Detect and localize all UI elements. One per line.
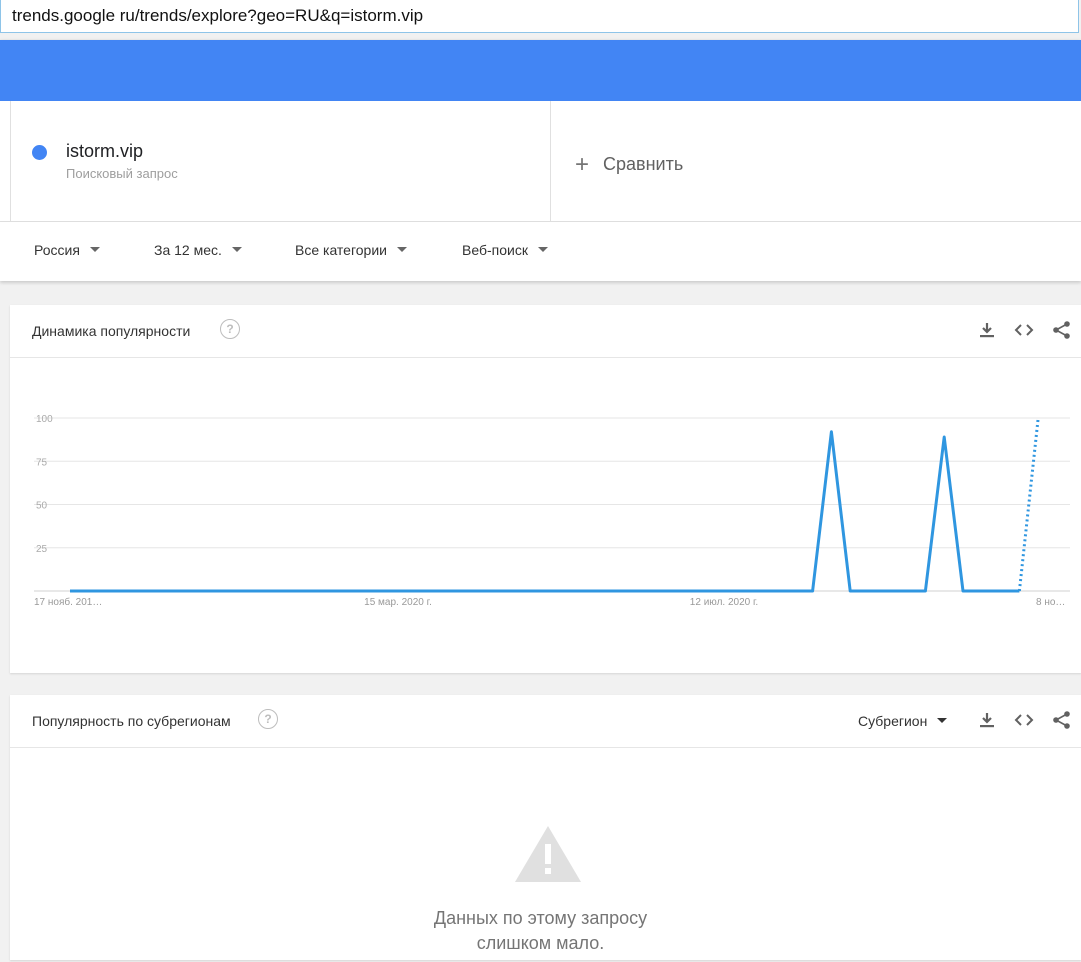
interest-chart[interactable]: 100 75 50 25 17 нояб. 201… 15 мар. 2020 г. 12 … xyxy=(10,358,1081,673)
no-data-line-1: Данных по этому запросу xyxy=(433,908,648,928)
region-filter-label: Россия xyxy=(34,242,80,258)
warning-icon xyxy=(515,826,581,882)
term-type: Поисковый запрос xyxy=(66,166,178,181)
resolution-label: Субрегион xyxy=(858,713,928,729)
card-header: Популярность по субрегионам ? Субрегион xyxy=(10,695,1081,748)
interest-over-time-card: Динамика популярности ? 100 75 50 25 17 нояб… xyxy=(10,305,1081,673)
compare-label: Сравнить xyxy=(603,154,684,174)
card-header: Динамика популярности ? xyxy=(10,305,1081,358)
region-filter[interactable]: Россия xyxy=(34,242,100,258)
no-data-line-2: слишком мало. xyxy=(476,933,605,953)
plus-icon: + xyxy=(575,151,590,178)
embed-icon[interactable] xyxy=(1014,320,1034,340)
help-icon[interactable]: ? xyxy=(220,319,240,339)
resolution-select[interactable]: Субрегион xyxy=(858,713,948,729)
share-icon[interactable] xyxy=(1052,320,1072,340)
y-tick-label: 75 xyxy=(36,457,48,468)
no-data-message: Данных по этому запросу слишком мало. xyxy=(0,906,1081,956)
series-line xyxy=(70,430,1020,593)
category-filter[interactable]: Все категории xyxy=(295,242,407,258)
term-name: istorm.vip xyxy=(66,141,144,161)
dropdown-arrow-icon xyxy=(89,247,100,252)
search-type-filter-label: Веб-поиск xyxy=(462,242,528,258)
card-title: Популярность по субрегионам xyxy=(32,713,231,729)
share-icon[interactable] xyxy=(1052,710,1072,730)
x-tick-label: 17 нояб. 201… xyxy=(34,596,102,608)
dropdown-arrow-icon xyxy=(231,247,242,252)
card-title: Динамика популярности xyxy=(32,323,191,339)
app-header xyxy=(0,40,1081,101)
y-tick-label: 100 xyxy=(36,414,53,425)
search-term-card[interactable]: istorm.vip Поисковый запрос xyxy=(10,101,551,221)
search-type-filter[interactable]: Веб-поиск xyxy=(462,242,548,258)
embed-icon[interactable] xyxy=(1014,710,1034,730)
chart-area: 100 75 50 25 17 нояб. 201… 15 мар. 2020 г. 12 … xyxy=(10,358,1081,673)
x-tick-label: 8 но… xyxy=(1036,597,1065,608)
help-icon[interactable]: ? xyxy=(258,709,278,729)
dropdown-arrow-icon xyxy=(537,247,548,252)
y-tick-label: 50 xyxy=(36,501,48,512)
compare-button[interactable]: + Сравнить xyxy=(575,151,683,179)
interest-by-region-card: Популярность по субрегионам ? Субрегион … xyxy=(10,695,1081,960)
x-tick-label: 12 июл. 2020 г. xyxy=(690,597,758,608)
address-bar[interactable]: trends.google ru/trends/explore?geo=RU&q… xyxy=(0,0,1079,33)
term-color-dot xyxy=(32,145,47,160)
no-data-area: Данных по этому запросу слишком мало. xyxy=(10,748,1081,962)
dropdown-arrow-icon xyxy=(937,718,948,723)
url-text: trends.google ru/trends/explore?geo=RU&q… xyxy=(12,6,424,25)
period-filter[interactable]: За 12 мес. xyxy=(154,242,242,258)
download-icon[interactable] xyxy=(977,710,997,730)
period-filter-label: За 12 мес. xyxy=(154,242,222,258)
x-tick-label: 15 мар. 2020 г. xyxy=(364,597,432,608)
category-filter-label: Все категории xyxy=(295,242,387,258)
dropdown-arrow-icon xyxy=(396,247,407,252)
search-terms-panel: istorm.vip Поисковый запрос + Сравнить xyxy=(0,101,1081,222)
download-icon[interactable] xyxy=(977,320,997,340)
filters-bar: Россия За 12 мес. Все категории Веб-поис… xyxy=(0,222,1081,281)
y-tick-label: 25 xyxy=(36,544,48,555)
